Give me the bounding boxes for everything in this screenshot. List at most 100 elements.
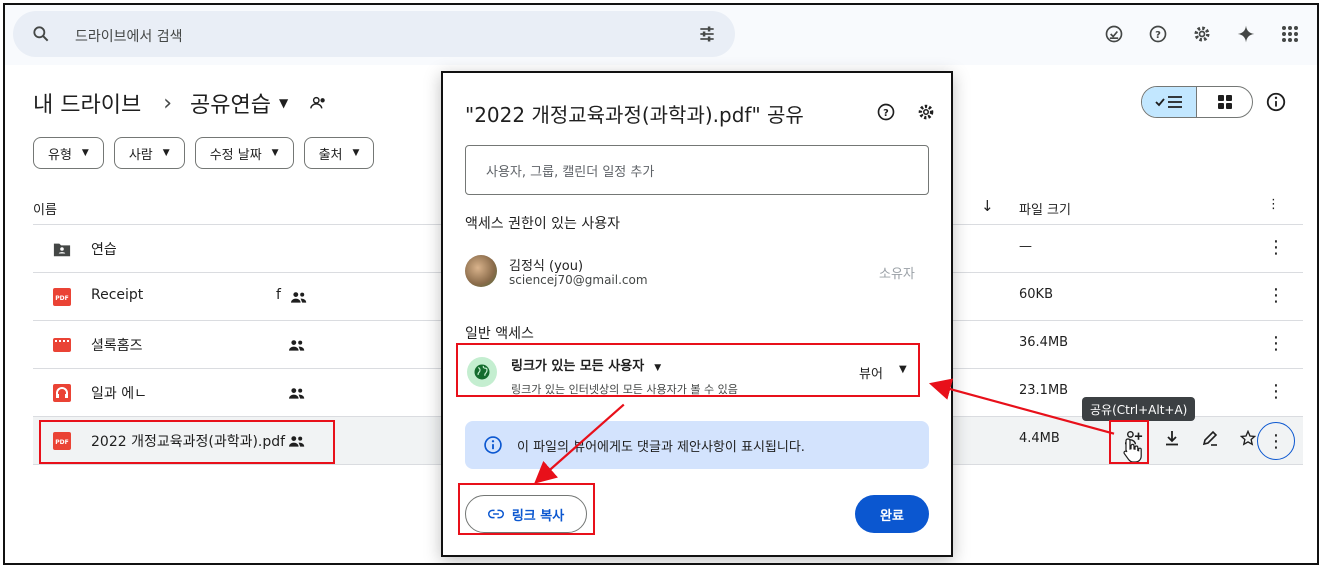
filter-chips: 유형 ▼ 사람 ▼ 수정 날짜 ▼ 출처 ▼ xyxy=(33,137,375,169)
svg-text:PDF: PDF xyxy=(55,439,68,446)
general-access-title: 일반 액세스 xyxy=(465,326,534,342)
more-options-icon[interactable]: ⋮ xyxy=(1267,381,1285,402)
shared-icon xyxy=(291,292,307,303)
hand-cursor-icon xyxy=(1123,438,1142,463)
pdf-icon: PDF xyxy=(53,432,71,450)
more-options-icon[interactable]: ⋮ xyxy=(1267,285,1285,306)
more-options-icon[interactable]: ⋮ xyxy=(1267,197,1280,212)
view-toggle xyxy=(1141,86,1253,118)
search-options-icon[interactable] xyxy=(697,24,717,44)
general-access-row: 링크가 있는 모든 사용자 ▼ 링크가 있는 인터넷상의 모든 사용자가 볼 수 … xyxy=(465,347,929,401)
file-size: 23.1MB xyxy=(1019,383,1069,398)
link-access-description: 링크가 있는 인터넷상의 모든 사용자가 볼 수 있음 xyxy=(511,383,738,396)
top-icons: ? xyxy=(1101,21,1303,47)
filter-people[interactable]: 사람 ▼ xyxy=(113,137,185,169)
info-icon xyxy=(484,436,502,454)
chevron-down-icon: ▼ xyxy=(654,363,662,373)
pdf-icon: PDF xyxy=(53,288,71,306)
copy-link-label: 링크 복사 xyxy=(511,508,565,524)
link-icon xyxy=(487,509,504,519)
help-icon[interactable]: ? xyxy=(1145,21,1171,47)
help-icon[interactable]: ? xyxy=(877,103,895,121)
filter-label: 출처 xyxy=(318,147,343,163)
video-icon xyxy=(53,338,71,352)
user-role: 소유자 xyxy=(879,267,915,282)
add-people-input[interactable]: 사용자, 그룹, 캘린더 일정 추가 xyxy=(465,145,929,195)
shared-folder-icon xyxy=(310,96,325,109)
svg-text:?: ? xyxy=(1155,30,1161,41)
file-size: 4.4MB xyxy=(1019,431,1060,446)
star-icon[interactable] xyxy=(1237,427,1259,449)
link-access-dropdown[interactable]: 링크가 있는 모든 사용자 ▼ xyxy=(511,355,661,374)
chevron-down-icon[interactable]: ▼ xyxy=(899,364,907,375)
settings-icon[interactable] xyxy=(1189,21,1215,47)
user-name: 김정식 (you) xyxy=(509,259,584,274)
apps-grid-icon[interactable] xyxy=(1277,21,1303,47)
breadcrumb-root[interactable]: 내 드라이브 xyxy=(33,87,141,119)
more-options-button[interactable]: ⋮ xyxy=(1257,422,1295,460)
filter-modified[interactable]: 수정 날짜 ▼ xyxy=(194,137,294,169)
role-dropdown[interactable]: 뷰어 xyxy=(859,363,883,382)
share-tooltip: 공유(Ctrl+Alt+A) xyxy=(1082,397,1196,421)
file-name: 일과 에ㄴ xyxy=(91,386,147,402)
rename-icon[interactable] xyxy=(1199,427,1221,449)
info-text: 이 파일의 뷰어에게도 댓글과 제안사항이 표시됩니다. xyxy=(517,439,805,455)
breadcrumb-separator: › xyxy=(163,90,173,116)
filter-label: 수정 날짜 xyxy=(209,147,262,163)
chevron-down-icon: ▼ xyxy=(352,148,360,158)
file-size: — xyxy=(1019,239,1032,254)
file-name: 연습 xyxy=(91,242,117,258)
chevron-down-icon: ▼ xyxy=(162,148,170,158)
breadcrumb: 내 드라이브 › 공유연습 ▼ xyxy=(33,87,328,119)
shared-icon xyxy=(289,388,305,399)
chevron-down-icon: ▼ xyxy=(271,148,279,158)
ready-offline-icon[interactable] xyxy=(1101,21,1127,47)
file-name-suffix: f xyxy=(276,287,281,303)
info-icon[interactable] xyxy=(1265,91,1287,113)
info-banner: 이 파일의 뷰어에게도 댓글과 제안사항이 표시됩니다. xyxy=(465,421,929,469)
grid-view-button[interactable] xyxy=(1197,87,1252,117)
done-button[interactable]: 완료 xyxy=(855,495,929,533)
filter-label: 사람 xyxy=(128,147,153,163)
file-name: 2022 개정교육과정(과학과).pdf xyxy=(91,434,286,450)
search-bar[interactable]: 드라이브에서 검색 xyxy=(13,11,735,57)
filter-label: 유형 xyxy=(48,147,72,163)
access-section-title: 액세스 권한이 있는 사용자 xyxy=(465,216,621,232)
sort-arrow-icon[interactable]: ↓ xyxy=(981,197,994,215)
chevron-down-icon: ▼ xyxy=(81,148,89,158)
top-bar: 드라이브에서 검색 ? xyxy=(5,5,1317,65)
file-size: 60KB xyxy=(1019,287,1053,302)
svg-text:PDF: PDF xyxy=(55,295,68,302)
more-options-icon[interactable]: ⋮ xyxy=(1267,237,1285,258)
drive-window: 드라이브에서 검색 ? 내 드라이브 › 공유연습 ▼ 유형 ▼ 사람 ▼ 수정 날… xyxy=(3,3,1319,565)
search-input[interactable]: 드라이브에서 검색 xyxy=(75,26,183,46)
user-email: sciencej70@gmail.com xyxy=(509,273,648,287)
list-view-button[interactable] xyxy=(1142,87,1198,117)
svg-text:?: ? xyxy=(883,108,889,119)
folder-icon xyxy=(53,243,71,257)
audio-icon xyxy=(53,384,71,402)
dialog-title: "2022 개정교육과정(과학과).pdf" 공유 xyxy=(465,103,804,127)
filter-type[interactable]: 유형 ▼ xyxy=(33,137,104,169)
avatar xyxy=(465,255,497,287)
shared-icon xyxy=(289,340,305,351)
search-icon xyxy=(33,26,49,42)
file-name: 셜록홈즈 xyxy=(91,338,143,354)
globe-icon xyxy=(467,357,497,387)
column-name[interactable]: 이름 xyxy=(33,199,57,218)
user-entry: 김정식 (you) sciencej70@gmail.com 소유자 xyxy=(465,255,929,295)
link-access-label: 링크가 있는 모든 사용자 xyxy=(511,359,645,374)
file-size: 36.4MB xyxy=(1019,335,1069,350)
download-icon[interactable] xyxy=(1161,427,1183,449)
breadcrumb-current[interactable]: 공유연습 xyxy=(190,87,271,119)
column-size[interactable]: 파일 크기 xyxy=(1019,199,1071,218)
settings-icon[interactable] xyxy=(917,103,935,121)
file-name: Receipt xyxy=(91,287,144,303)
share-dialog: "2022 개정교육과정(과학과).pdf" 공유 ? 사용자, 그룹, 캘린더… xyxy=(441,71,953,557)
chevron-down-icon[interactable]: ▼ xyxy=(279,96,288,110)
more-options-icon[interactable]: ⋮ xyxy=(1267,333,1285,354)
copy-link-button[interactable]: 링크 복사 xyxy=(465,495,587,533)
gemini-icon[interactable] xyxy=(1233,21,1259,47)
filter-source[interactable]: 출처 ▼ xyxy=(303,137,375,169)
shared-icon xyxy=(289,436,305,447)
